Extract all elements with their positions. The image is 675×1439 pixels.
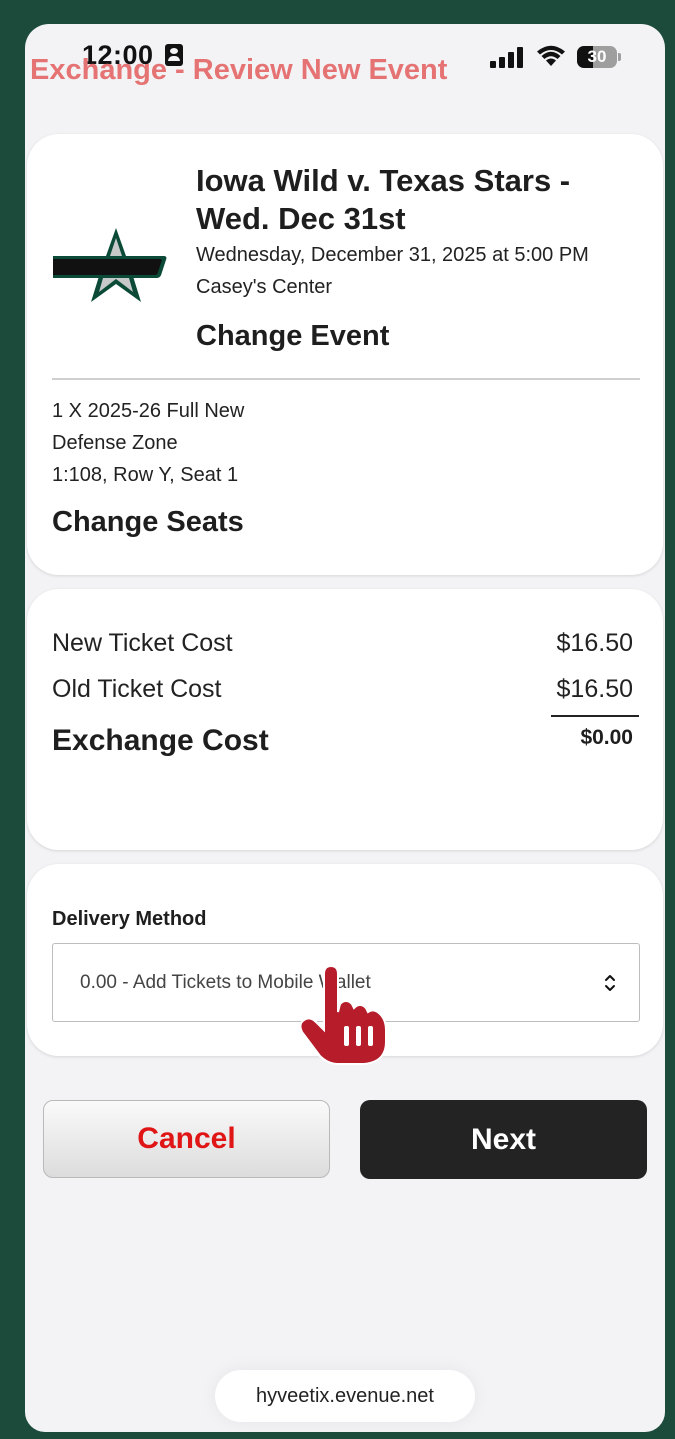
event-venue: Casey's Center	[196, 276, 333, 298]
old-ticket-cost-label: Old Ticket Cost	[52, 675, 222, 703]
change-event-link[interactable]: Change Event	[196, 320, 389, 353]
new-ticket-cost-value: $16.50	[556, 629, 633, 657]
event-date: Wednesday, December 31, 2025 at 5:00 PM	[196, 244, 589, 266]
event-title: Iowa Wild v. Texas Stars - Wed. Dec 31st	[196, 163, 571, 236]
hand-cursor-icon	[299, 964, 387, 1065]
change-seats-link[interactable]: Change Seats	[52, 506, 244, 539]
exchange-cost-value: $0.00	[580, 726, 633, 749]
cellular-signal-icon	[490, 46, 524, 68]
browser-url-bar[interactable]: hyveetix.evenue.net	[215, 1370, 475, 1422]
battery-level: 30	[587, 47, 607, 66]
battery-icon: 30	[577, 46, 621, 68]
new-ticket-cost-label: New Ticket Cost	[52, 629, 233, 657]
chevron-up-down-icon	[605, 975, 615, 991]
page-title: Exchange - Review New Event	[30, 54, 448, 86]
exchange-cost-label: Exchange Cost	[52, 724, 269, 757]
seat-zone: Defense Zone	[52, 432, 178, 454]
event-card: Iowa Wild v. Texas Stars - Wed. Dec 31st…	[27, 134, 663, 575]
cancel-button[interactable]: Cancel	[43, 1100, 330, 1178]
wifi-icon	[537, 45, 565, 66]
divider	[52, 378, 640, 380]
delivery-method-label: Delivery Method	[52, 908, 207, 930]
seat-package: 1 X 2025-26 Full New	[52, 400, 245, 422]
seat-location: 1:108, Row Y, Seat 1	[52, 464, 239, 486]
next-button[interactable]: Next	[360, 1100, 647, 1179]
screen: 12:00 Exchange - Review New Event 30 Iow…	[25, 24, 665, 1432]
texas-stars-logo-icon	[53, 228, 167, 302]
old-ticket-cost-value: $16.50	[556, 675, 633, 703]
total-underline	[551, 715, 639, 717]
cost-card: New Ticket Cost $16.50 Old Ticket Cost $…	[27, 589, 663, 850]
